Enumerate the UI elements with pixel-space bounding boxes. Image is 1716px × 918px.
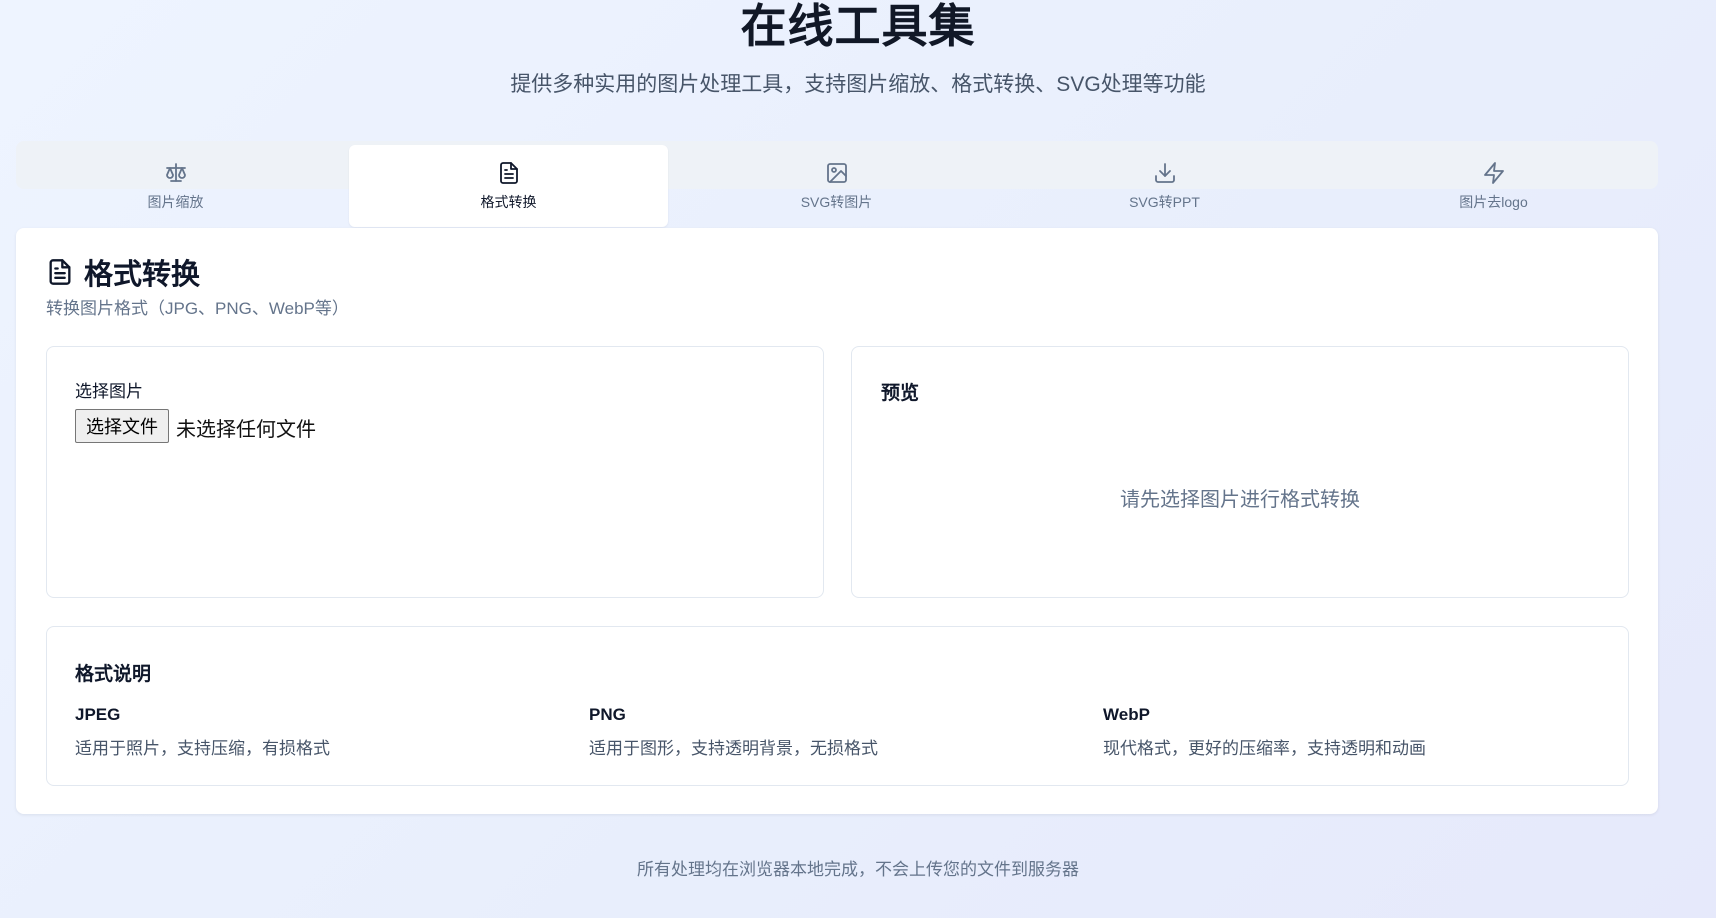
preview-title: 预览 [881, 383, 920, 404]
format-description: 现代格式，更好的压缩率，支持透明和动画 [1103, 739, 1426, 758]
format-description: 适用于图形，支持透明背景，无损格式 [589, 739, 878, 758]
upload-panel [46, 346, 824, 598]
select-image-label: 选择图片 [75, 382, 143, 401]
file-text-icon [46, 258, 74, 286]
tab-format-convert[interactable]: 格式转换 [349, 145, 668, 227]
file-status-text: 未选择任何文件 [176, 419, 316, 441]
preview-empty-message: 请先选择图片进行格式转换 [1120, 489, 1360, 511]
page-subtitle: 提供多种实用的图片处理工具，支持图片缩放、格式转换、SVG处理等功能 [510, 73, 1206, 96]
format-name: JPEG [75, 705, 121, 724]
tab-label: SVG转PPT [1129, 194, 1200, 210]
format-name: WebP [1103, 705, 1150, 724]
tab-label: SVG转图片 [800, 194, 873, 210]
preview-panel [851, 346, 1629, 598]
format-item-png: PNG 适用于图形，支持透明背景，无损格式 [589, 705, 878, 759]
tab-remove-logo[interactable]: 图片去logo [1334, 145, 1653, 227]
tab-svg-to-image[interactable]: SVG转图片 [677, 145, 996, 227]
tab-svg-to-ppt[interactable]: SVG转PPT [1005, 145, 1324, 227]
download-icon [1153, 160, 1177, 186]
card-title: 格式转换 [84, 259, 201, 291]
format-description: 适用于照片，支持压缩，有损格式 [75, 739, 330, 758]
card-header: 格式转换 [46, 251, 200, 293]
tab-label: 图片缩放 [147, 194, 204, 210]
tab-label: 图片去logo [1459, 194, 1528, 210]
card-description: 转换图片格式（JPG、PNG、WebP等） [46, 299, 349, 318]
format-item-webp: WebP 现代格式，更好的压缩率，支持透明和动画 [1103, 705, 1426, 759]
tab-label: 格式转换 [480, 194, 537, 210]
image-icon [825, 160, 849, 186]
zap-icon [1482, 160, 1506, 186]
format-item-jpeg: JPEG 适用于照片，支持压缩，有损格式 [75, 705, 330, 759]
scale-icon [164, 160, 188, 186]
format-name: PNG [589, 705, 626, 724]
footer-note: 所有处理均在浏览器本地完成，不会上传您的文件到服务器 [637, 860, 1079, 879]
choose-file-button[interactable]: 选择文件 [75, 409, 169, 443]
file-text-icon [497, 160, 521, 186]
format-info-title: 格式说明 [75, 664, 152, 685]
tab-image-resize[interactable]: 图片缩放 [16, 145, 335, 227]
page-title: 在线工具集 [740, 0, 976, 52]
